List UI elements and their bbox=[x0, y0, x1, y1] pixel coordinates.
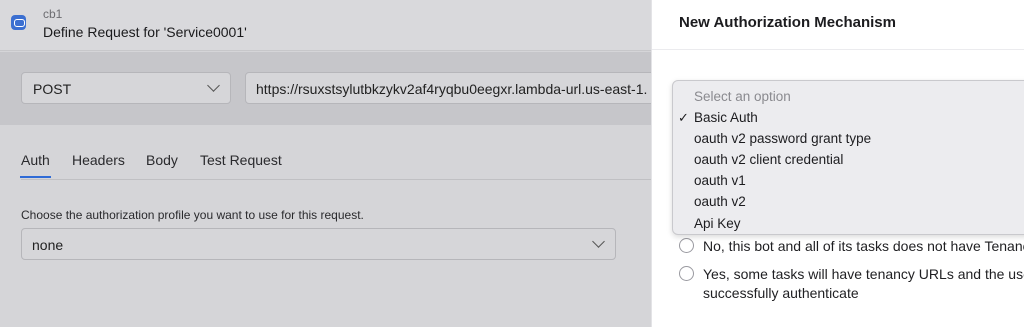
authorization-panel: New Authorization Mechanism No, this bot… bbox=[651, 0, 1024, 327]
page-title: Define Request for 'Service0001' bbox=[43, 24, 247, 40]
tenancy-option-yes-label-line2: successfully authenticate bbox=[703, 285, 859, 301]
option-oauth-v2[interactable]: oauth v2 bbox=[694, 194, 746, 209]
auth-profile-value: none bbox=[32, 237, 64, 253]
bot-icon bbox=[11, 15, 26, 30]
panel-title: New Authorization Mechanism bbox=[679, 14, 896, 31]
tab-body[interactable]: Body bbox=[146, 152, 178, 168]
option-basic-auth[interactable]: Basic Auth bbox=[694, 110, 758, 125]
check-icon: ✓ bbox=[678, 110, 689, 125]
method-select[interactable]: POST bbox=[21, 72, 231, 104]
url-value: https://rsuxstsylutbkzykv2af4ryqbu0eegxr… bbox=[256, 81, 648, 97]
option-oauth-v2-password-grant[interactable]: oauth v2 password grant type bbox=[694, 131, 871, 146]
bot-name: cb1 bbox=[43, 7, 63, 21]
auth-profile-label: Choose the authorization profile you wan… bbox=[21, 208, 364, 222]
top-bar: cb1 Define Request for 'Service0001' bbox=[0, 0, 651, 51]
chevron-down-icon bbox=[592, 235, 605, 248]
tab-test-request[interactable]: Test Request bbox=[200, 152, 282, 168]
radio-button[interactable] bbox=[679, 238, 694, 253]
dropdown-placeholder: Select an option bbox=[694, 89, 791, 104]
option-oauth-v2-client-credential[interactable]: oauth v2 client credential bbox=[694, 152, 843, 167]
tenancy-option-no-label: No, this bot and all of its tasks does n… bbox=[703, 238, 1024, 254]
chevron-down-icon bbox=[207, 79, 220, 92]
tab-headers[interactable]: Headers bbox=[72, 152, 125, 168]
auth-profile-select[interactable]: none bbox=[21, 228, 616, 260]
panel-divider bbox=[652, 49, 1024, 50]
method-value: POST bbox=[33, 81, 72, 97]
tabs-divider bbox=[21, 179, 651, 180]
option-api-key[interactable]: Api Key bbox=[694, 216, 741, 231]
radio-button[interactable] bbox=[679, 266, 694, 281]
auth-type-dropdown-menu[interactable]: Select an option ✓ Basic Auth oauth v2 p… bbox=[672, 80, 1024, 235]
request-editor-page: cb1 Define Request for 'Service0001' POS… bbox=[0, 0, 675, 327]
option-oauth-v1[interactable]: oauth v1 bbox=[694, 173, 746, 188]
tab-auth[interactable]: Auth bbox=[20, 152, 51, 178]
url-input[interactable]: https://rsuxstsylutbkzykv2af4ryqbu0eegxr… bbox=[245, 72, 675, 104]
tenancy-option-yes-label: Yes, some tasks will have tenancy URLs a… bbox=[703, 266, 1024, 282]
